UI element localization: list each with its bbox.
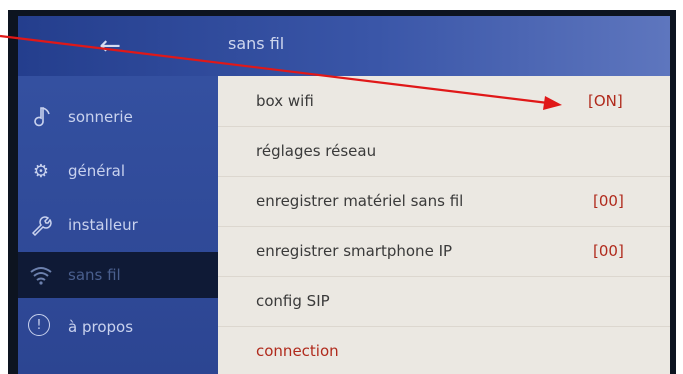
- row-value: [ON]: [588, 92, 623, 110]
- sidebar-item-a-propos[interactable]: ! à propos: [18, 304, 218, 350]
- row-label: box wifi: [256, 92, 314, 110]
- device-frame: ← sans fil sonnerie ⚙ général installeur: [8, 10, 676, 374]
- row-label: réglages réseau: [256, 142, 377, 160]
- header-bar: ← sans fil: [18, 16, 670, 76]
- settings-list: box wifi [ON] réglages réseau enregistre…: [218, 76, 670, 374]
- wifi-icon: [28, 262, 54, 288]
- sidebar-item-general[interactable]: ⚙ général: [18, 148, 218, 194]
- row-label: enregistrer matériel sans fil: [256, 192, 464, 210]
- settings-row-reglages-reseau[interactable]: réglages réseau: [218, 126, 670, 177]
- settings-row-config-sip[interactable]: config SIP: [218, 276, 670, 327]
- sidebar-item-sans-fil[interactable]: sans fil: [18, 252, 218, 298]
- screen: ← sans fil sonnerie ⚙ général installeur: [18, 16, 670, 374]
- music-note-icon: [28, 104, 54, 130]
- settings-row-connection[interactable]: connection: [218, 326, 670, 374]
- left-arrow-icon: ←: [99, 31, 121, 61]
- row-value: [00]: [593, 242, 624, 260]
- row-label: config SIP: [256, 292, 330, 310]
- info-glyph: !: [36, 317, 42, 333]
- sidebar: sonnerie ⚙ général installeur sans fil !…: [18, 76, 218, 374]
- sidebar-item-sonnerie[interactable]: sonnerie: [18, 94, 218, 140]
- sidebar-item-label: à propos: [68, 318, 134, 336]
- sidebar-item-label: général: [68, 162, 126, 180]
- wrench-icon: [28, 212, 54, 238]
- sidebar-item-label: sonnerie: [68, 108, 133, 126]
- sidebar-item-label: installeur: [68, 216, 138, 234]
- info-icon: !: [28, 314, 50, 336]
- settings-row-enregistrer-materiel[interactable]: enregistrer matériel sans fil [00]: [218, 176, 670, 227]
- sidebar-item-installeur[interactable]: installeur: [18, 202, 218, 248]
- sidebar-item-label: sans fil: [68, 266, 121, 284]
- page-title: sans fil: [228, 34, 285, 53]
- settings-row-box-wifi[interactable]: box wifi [ON]: [218, 76, 670, 127]
- back-button[interactable]: ←: [90, 28, 130, 64]
- gear-icon: ⚙: [32, 160, 50, 182]
- row-value: [00]: [593, 192, 624, 210]
- row-label: connection: [256, 342, 339, 360]
- row-label: enregistrer smartphone IP: [256, 242, 453, 260]
- settings-row-enregistrer-smartphone[interactable]: enregistrer smartphone IP [00]: [218, 226, 670, 277]
